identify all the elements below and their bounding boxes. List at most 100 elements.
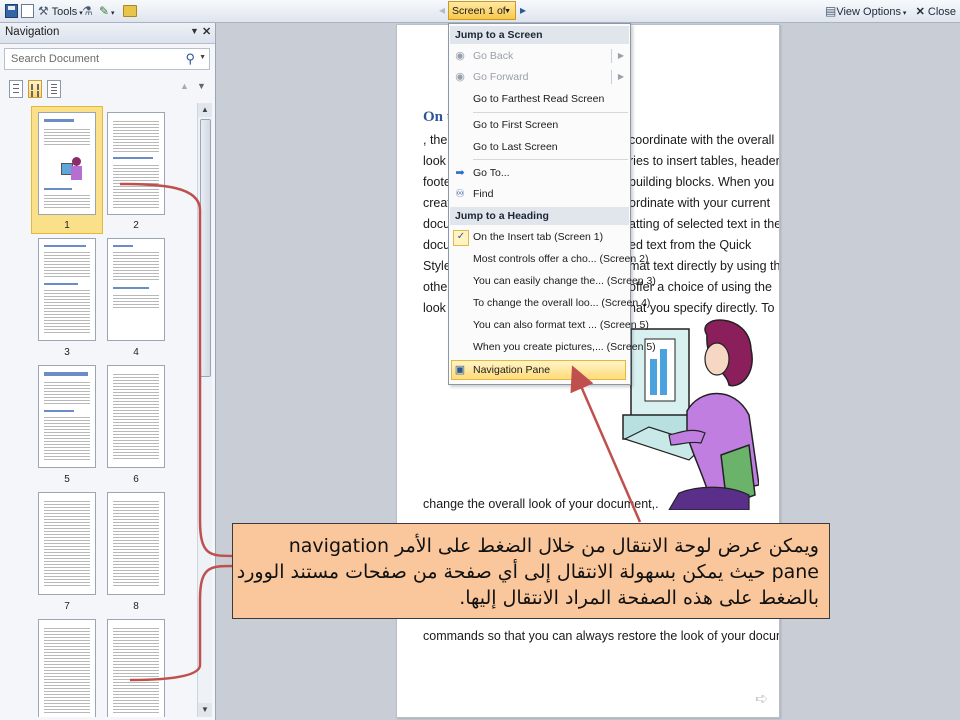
document-text-line: building blocks. When you bbox=[629, 175, 775, 189]
triangle-up-icon: ▲ bbox=[201, 105, 209, 114]
thumbnails-scrollbar[interactable]: ▲ ▼ bbox=[197, 103, 212, 717]
scroll-up-button[interactable]: ▲ bbox=[198, 103, 212, 117]
highlight-icon: ✎ bbox=[99, 4, 110, 18]
page-number-label: 7 bbox=[64, 601, 70, 612]
next-page-button[interactable]: ▼ bbox=[197, 81, 206, 91]
next-screen-button[interactable]: ▸ bbox=[518, 2, 528, 18]
scroll-down-button[interactable]: ▼ bbox=[198, 703, 212, 717]
callout-line: ويمكن عرض لوحة الانتقال من خلال الضغط عل… bbox=[288, 535, 819, 557]
callout-line: بالضغط على هذه الصفحة المراد الانتقال إل… bbox=[459, 587, 819, 609]
document-text-line: atting of selected text in the bbox=[629, 217, 780, 231]
arrow-right-icon: ▸ bbox=[519, 3, 527, 17]
search-icon[interactable]: ⚲ bbox=[185, 51, 195, 67]
navigation-pane-icon: ▣ bbox=[454, 364, 466, 376]
screen-jump-menu: Jump to a Screen ◉ Go Back ▶ ◉ Go Forwar… bbox=[448, 23, 656, 385]
view-options-label: View Options bbox=[836, 6, 901, 18]
clipart-thumbnail-image bbox=[59, 155, 85, 185]
research-button[interactable]: ⚗ bbox=[82, 3, 93, 19]
chevron-down-icon: ▼ bbox=[190, 26, 199, 36]
menu-section-jump-to-heading: Jump to a Heading bbox=[450, 207, 629, 225]
next-page-arrow-icon[interactable]: ➪ bbox=[755, 689, 768, 709]
page-thumbnail-2[interactable] bbox=[107, 112, 165, 215]
tools-icon: ⚒ bbox=[38, 4, 49, 18]
tools-menu-button[interactable]: ⚒ Tools ▾ bbox=[38, 3, 83, 19]
goto-arrow-icon: ➡ bbox=[455, 167, 465, 179]
pane-close-button[interactable]: ✕ bbox=[202, 25, 211, 38]
menu-item-go-back[interactable]: Go Back bbox=[473, 48, 513, 64]
close-icon: ✕ bbox=[202, 26, 212, 38]
print-preview-button[interactable] bbox=[21, 3, 34, 19]
navigation-pane-header: Navigation ▼ ✕ bbox=[0, 23, 215, 44]
chevron-down-icon: ▼ bbox=[504, 8, 511, 15]
menu-item-go-forward[interactable]: Go Forward bbox=[473, 69, 528, 85]
save-button[interactable] bbox=[5, 3, 18, 19]
save-icon bbox=[5, 4, 18, 19]
page-thumbnail-10[interactable] bbox=[107, 619, 165, 717]
view-options-icon: ▤ bbox=[825, 4, 837, 18]
menu-item-heading[interactable]: Most controls offer a cho... (Screen 2) bbox=[473, 251, 648, 267]
print-icon bbox=[21, 4, 34, 19]
highlight-button[interactable]: ✎ ▾ bbox=[99, 3, 115, 19]
menu-item-farthest-read[interactable]: Go to Farthest Read Screen bbox=[473, 91, 604, 107]
menu-item-last-screen[interactable]: Go to Last Screen bbox=[473, 139, 558, 155]
page-number-label: 4 bbox=[133, 347, 139, 358]
browse-pages-tab[interactable] bbox=[28, 80, 42, 98]
close-button[interactable]: ✕ Close bbox=[916, 6, 956, 18]
arabic-callout-box: ويمكن عرض لوحة الانتقال من خلال الضغط عل… bbox=[232, 523, 830, 619]
arrow-left-icon: ◂ bbox=[438, 3, 446, 17]
screen-indicator-dropdown[interactable]: Screen 1 of 11 ▼ bbox=[448, 1, 516, 36]
page-thumbnail-4[interactable] bbox=[107, 238, 165, 341]
menu-item-go-to[interactable]: Go To... bbox=[473, 165, 510, 181]
top-toolbar: ⚒ Tools ▾ ⚗ ✎ ▾ ◂ Screen 1 of 11 ▼ ▸ ▤Vi… bbox=[0, 0, 960, 36]
research-icon: ⚗ bbox=[82, 4, 93, 18]
browse-headings-tab[interactable] bbox=[9, 80, 23, 98]
triangle-down-icon: ▼ bbox=[201, 705, 209, 714]
menu-item-heading[interactable]: You can easily change the... (Screen 3) bbox=[473, 273, 656, 289]
document-text-line: foote bbox=[423, 175, 451, 189]
menu-item-navigation-pane[interactable]: Navigation Pane bbox=[473, 362, 550, 378]
page-number-label: 3 bbox=[64, 347, 70, 358]
prev-screen-button[interactable]: ◂ bbox=[437, 2, 447, 18]
open-button[interactable] bbox=[123, 3, 137, 19]
search-options-chevron-icon[interactable]: ▼ bbox=[199, 54, 206, 61]
document-text-line: ed text from the Quick bbox=[629, 238, 752, 252]
submenu-arrow-icon: ▶ bbox=[617, 51, 624, 60]
menu-item-heading[interactable]: When you create pictures,... (Screen 5) bbox=[473, 339, 656, 355]
menu-item-first-screen[interactable]: Go to First Screen bbox=[473, 117, 558, 133]
page-number-label: 8 bbox=[133, 601, 139, 612]
menu-item-heading[interactable]: To change the overall loo... (Screen 4) bbox=[473, 295, 650, 311]
page-thumbnails: 1 2 3 4 5 6 7 8 bbox=[4, 103, 198, 717]
document-text-line: ordinate with your current bbox=[629, 196, 771, 210]
pane-options-button[interactable]: ▼ bbox=[190, 25, 199, 37]
page-number-label: 6 bbox=[133, 474, 139, 485]
page-thumbnail-1[interactable] bbox=[38, 112, 96, 215]
folder-icon bbox=[123, 5, 137, 18]
document-text-line: hat you specify directly. To bbox=[629, 301, 775, 315]
page-thumbnail-3[interactable] bbox=[38, 238, 96, 341]
document-text-line: coordinate with the overall bbox=[629, 133, 775, 147]
previous-page-button[interactable]: ▲ bbox=[180, 81, 189, 91]
menu-item-heading[interactable]: On the Insert tab (Screen 1) bbox=[473, 229, 603, 245]
search-input[interactable] bbox=[9, 52, 183, 66]
page-thumbnail-8[interactable] bbox=[107, 492, 165, 595]
browse-results-tab[interactable] bbox=[47, 80, 61, 98]
back-icon: ◉ bbox=[455, 50, 465, 62]
close-label: Close bbox=[927, 6, 956, 18]
page-thumbnail-6[interactable] bbox=[107, 365, 165, 468]
forward-icon: ◉ bbox=[455, 71, 465, 83]
page-number-label: 1 bbox=[64, 220, 70, 231]
page-thumbnail-9[interactable] bbox=[38, 619, 96, 717]
menu-item-heading[interactable]: You can also format text ... (Screen 5) bbox=[473, 317, 649, 333]
page-thumbnail-5[interactable] bbox=[38, 365, 96, 468]
menu-item-find[interactable]: Find bbox=[473, 186, 493, 202]
page-thumbnail-7[interactable] bbox=[38, 492, 96, 595]
navigation-pane: Navigation ▼ ✕ ⚲ ▼ ▲ ▼ bbox=[0, 23, 216, 720]
view-options-button[interactable]: ▤View Options ▾ bbox=[825, 4, 906, 18]
tools-label: Tools bbox=[51, 6, 78, 18]
document-text-line: change the overall look of your document… bbox=[423, 497, 659, 511]
page-number-label: 5 bbox=[64, 474, 70, 485]
scrollbar-thumb[interactable] bbox=[200, 119, 211, 377]
submenu-arrow-icon: ▶ bbox=[617, 72, 624, 81]
close-icon: ✕ bbox=[915, 6, 925, 18]
search-document-box: ⚲ ▼ bbox=[4, 48, 210, 70]
